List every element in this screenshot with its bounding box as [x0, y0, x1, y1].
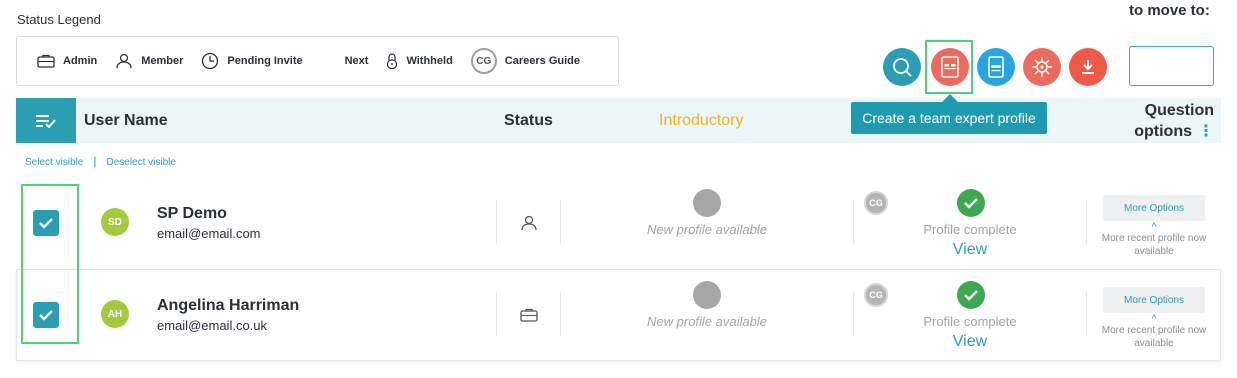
profile-status-dot	[693, 281, 721, 309]
divider	[496, 200, 497, 244]
careers-guide-badge: CG	[470, 48, 497, 74]
profile-status: Profile complete	[923, 222, 1017, 237]
kebab-menu-icon[interactable]: ⋮	[1198, 123, 1214, 140]
clock-icon	[202, 52, 219, 70]
avatar: SD	[101, 208, 129, 236]
legend-label-member: Member	[141, 55, 184, 67]
search-icon	[893, 58, 912, 77]
more-options-button[interactable]: More Options	[1103, 287, 1205, 313]
divider	[1086, 292, 1087, 336]
legend-item-admin: Admin	[37, 54, 97, 68]
briefcase-icon	[520, 308, 538, 322]
row-checkbox[interactable]	[33, 210, 59, 236]
search-button[interactable]	[883, 48, 921, 86]
person-icon	[521, 215, 537, 231]
virus-button[interactable]	[1023, 48, 1061, 86]
column-header-user-name[interactable]: User Name	[84, 112, 168, 130]
profile-status: Profile complete	[923, 314, 1017, 329]
view-profile-link[interactable]: View	[940, 241, 1000, 259]
check-icon	[39, 218, 53, 229]
recent-profile-note: More recent profile now available	[1101, 233, 1207, 257]
row-checkbox[interactable]	[33, 302, 59, 328]
check-icon	[964, 198, 978, 209]
recent-profile-note: More recent profile now available	[1101, 325, 1207, 349]
table-row	[16, 269, 1221, 361]
legend-label-pending-invite: Pending Invite	[227, 55, 303, 67]
legend-label-careers-guide: Careers Guide	[504, 55, 580, 67]
avatar: AH	[101, 300, 129, 328]
deselect-visible-link[interactable]: Deselect visible	[106, 157, 175, 168]
legend-item-careers-guide: CG Careers Guide	[470, 48, 580, 74]
move-to-label: to move to:	[1129, 2, 1210, 19]
introductory-status: New profile available	[647, 222, 767, 237]
status-member	[520, 215, 538, 236]
profile-icon	[988, 56, 1004, 78]
profile-button[interactable]	[977, 48, 1015, 86]
bulk-select-menu-button[interactable]	[16, 98, 76, 143]
more-options-button[interactable]: More Options	[1103, 195, 1205, 221]
divider	[560, 292, 561, 336]
move-to-input[interactable]	[1129, 46, 1214, 86]
profile-status-dot	[693, 189, 721, 217]
legend-item-member: Member	[115, 53, 183, 69]
check-icon	[964, 290, 978, 301]
status-admin	[520, 308, 538, 327]
lock-icon	[387, 53, 398, 70]
legend-label-admin: Admin	[63, 55, 98, 67]
divider	[853, 200, 854, 244]
table-row	[16, 177, 1221, 269]
column-header-introductory[interactable]: Introductory	[659, 112, 743, 130]
divider	[1086, 200, 1087, 244]
careers-guide-badge: CG	[864, 191, 888, 215]
status-legend: Admin Member Pending Invite Next Withhel…	[16, 36, 619, 86]
column-header-status[interactable]: Status	[504, 112, 553, 130]
divider	[560, 200, 561, 244]
briefcase-icon	[37, 54, 55, 68]
user-name[interactable]: Angelina Harriman	[157, 297, 299, 315]
divider	[496, 292, 497, 336]
list-check-icon	[36, 114, 56, 128]
careers-guide-badge: CG	[864, 283, 888, 307]
download-button[interactable]	[1069, 48, 1107, 86]
check-icon	[39, 310, 53, 321]
selection-links: Select visible | Deselect visible	[25, 154, 176, 168]
legend-item-withheld: Withheld	[386, 52, 453, 70]
user-email: email@email.com	[157, 226, 261, 241]
legend-item-next: Next	[345, 55, 369, 67]
tooltip: Create a team expert profile	[851, 94, 1047, 134]
complete-check-icon	[957, 281, 985, 309]
legend-label-withheld: Withheld	[406, 55, 453, 67]
complete-check-icon	[957, 189, 985, 217]
column-header-question-options[interactable]: Question options ⋮	[1126, 100, 1214, 142]
divider	[853, 292, 854, 336]
create-team-expert-profile-button[interactable]	[931, 48, 969, 86]
user-email: email@email.co.uk	[157, 318, 268, 333]
legend-item-pending-invite: Pending Invite	[201, 52, 303, 70]
status-legend-title: Status Legend	[17, 12, 101, 27]
person-icon	[116, 53, 132, 69]
team-expert-profile-icon	[941, 56, 959, 78]
select-visible-link[interactable]: Select visible	[25, 157, 83, 168]
introductory-status: New profile available	[647, 314, 767, 329]
user-name[interactable]: SP Demo	[157, 205, 227, 223]
virus-icon	[1032, 57, 1052, 77]
separator: |	[93, 154, 97, 168]
legend-label-next: Next	[344, 55, 369, 67]
view-profile-link[interactable]: View	[940, 333, 1000, 351]
download-icon	[1082, 60, 1094, 74]
